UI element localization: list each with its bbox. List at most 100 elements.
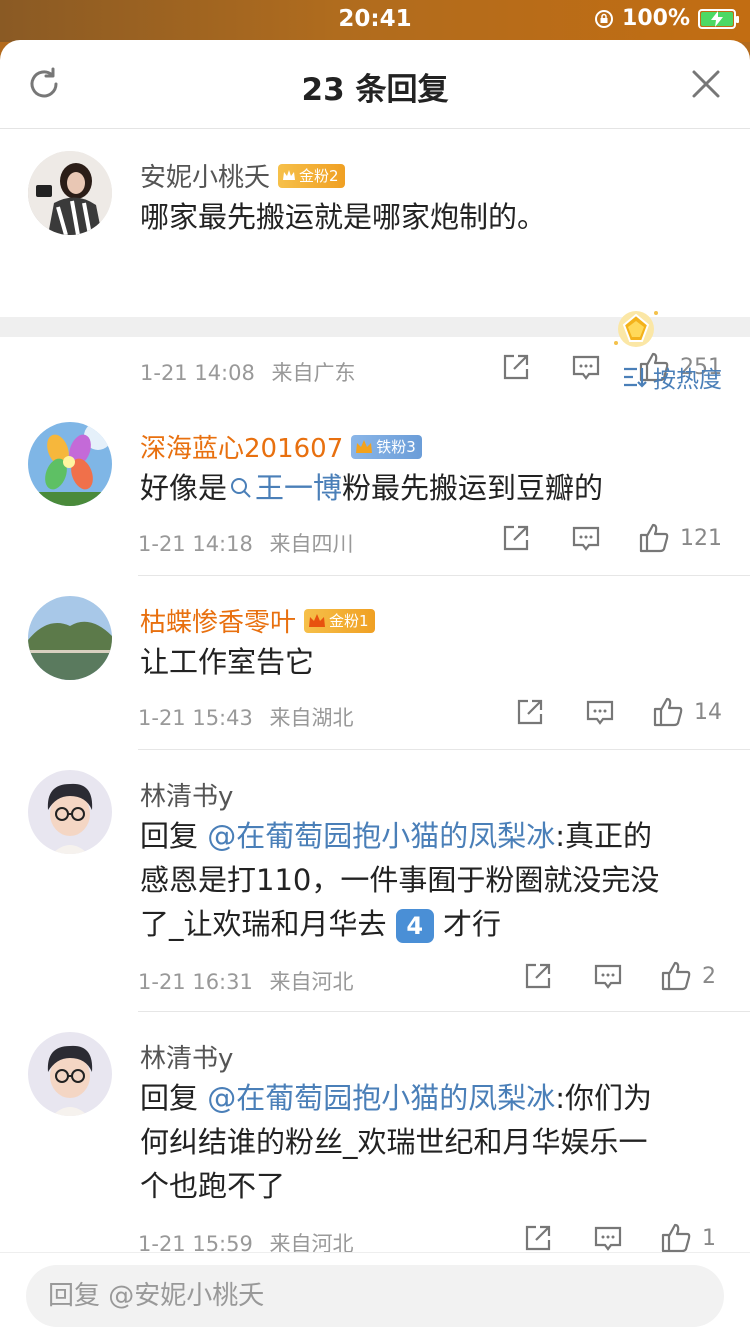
reply-actions: 14 <box>512 696 722 728</box>
author-name[interactable]: 林清书y <box>140 776 233 813</box>
comment-button[interactable] <box>568 523 604 553</box>
comment-icon <box>594 964 622 989</box>
fan-badge[interactable]: 金粉2 <box>278 163 345 188</box>
reply-actions: 1 <box>520 1222 722 1254</box>
thumbs-up-icon <box>639 523 669 553</box>
reply-location: 来自四川 <box>269 532 354 556</box>
reply-author[interactable]: 枯蝶惨香零叶 金粉1 <box>140 602 375 639</box>
share-button[interactable] <box>512 697 548 727</box>
comment-text: 哪家最先搬运就是哪家炮制的。 <box>140 200 547 234</box>
reply-line-1: 回复 @在葡萄园抱小猫的凤梨冰:你们为 <box>140 1076 730 1120</box>
reply-meta: 1-21 14:18 来自四川 <box>138 528 354 558</box>
sort-label: 按热度 <box>653 367 722 393</box>
fan-badge[interactable]: 铁粉3 <box>351 434 422 459</box>
close-icon[interactable] <box>690 68 722 100</box>
replies-sheet: 23 条回复 安妮小桃夭 金粉2 哪家最先搬运就是哪家炮制的。 1-21 14:… <box>0 40 750 1334</box>
sort-by-hot-button[interactable]: 按热度 <box>623 360 722 394</box>
reply-line-3: 个也跑不了 <box>140 1169 286 1203</box>
mention-link[interactable]: @在葡萄园抱小猫的凤梨冰 <box>207 819 555 853</box>
share-icon <box>525 963 551 989</box>
comment-icon <box>572 526 600 551</box>
status-right: 100% <box>594 6 739 31</box>
share-icon <box>517 699 543 725</box>
avatar-image <box>28 151 112 235</box>
avatar[interactable] <box>28 596 112 680</box>
avatar-image <box>28 596 112 680</box>
share-button[interactable] <box>498 352 534 382</box>
author-name[interactable]: 枯蝶惨香零叶 <box>140 602 296 639</box>
author-name[interactable]: 深海蓝心201607 <box>140 428 343 465</box>
rotation-lock-icon <box>595 9 614 28</box>
reply-actions: 2 <box>520 960 722 992</box>
status-bar: 20:41 100% <box>0 0 750 42</box>
reply-item: 深海蓝心201607 铁粉3 好像是 王一博粉最先搬运到豆瓣的 1-21 14:1… <box>0 412 750 576</box>
reply-line-1-post: :你们为 <box>555 1081 653 1115</box>
reply-location: 来自湖北 <box>269 706 354 730</box>
share-icon <box>503 525 529 551</box>
avatar[interactable] <box>28 1032 112 1116</box>
reply-author[interactable]: 林清书y <box>140 1038 233 1075</box>
comment-icon <box>572 355 600 380</box>
reply-text: 回复 @在葡萄园抱小猫的凤梨冰:你们为 何纠结谁的粉丝_欢瑞世纪和月华娱乐一 个… <box>140 1076 730 1208</box>
reply-item: 枯蝶惨香零叶 金粉1 让工作室告它 1-21 15:43 来自湖北 14 <box>0 576 750 750</box>
reply-text: 让工作室告它 <box>140 645 315 679</box>
reply-location: 来自河北 <box>269 970 354 994</box>
reply-item: 林清书y 回复 @在葡萄园抱小猫的凤梨冰:你们为 何纠结谁的粉丝_欢瑞世纪和月华… <box>0 1012 750 1256</box>
reply-line-2: 感恩是打110，一件事囿于粉圈就没完没 <box>140 863 660 897</box>
comment-button[interactable] <box>590 1223 626 1253</box>
reply-text: 回复 @在葡萄园抱小猫的凤梨冰:真正的 感恩是打110，一件事囿于粉圈就没完没 … <box>140 814 730 946</box>
battery-icon <box>698 8 739 29</box>
crown-icon <box>283 169 296 180</box>
reply-time: 1-21 14:18 <box>138 532 253 556</box>
fan-badge[interactable]: 金粉1 <box>304 608 375 633</box>
mention-link[interactable]: @在葡萄园抱小猫的凤梨冰 <box>207 1081 555 1115</box>
sort-icon <box>624 367 647 388</box>
comment-icon <box>594 1226 622 1251</box>
comment-author[interactable]: 安妮小桃夭 金粉2 <box>140 157 345 194</box>
author-name[interactable]: 安妮小桃夭 <box>140 157 270 194</box>
author-name[interactable]: 林清书y <box>140 1038 233 1075</box>
reply-text-pre: 好像是 <box>140 471 228 505</box>
like-button[interactable]: 1 <box>660 1222 722 1254</box>
reply-time: 1-21 16:31 <box>138 970 253 994</box>
reply-author[interactable]: 林清书y <box>140 776 233 813</box>
share-button[interactable] <box>498 523 534 553</box>
like-button[interactable]: 14 <box>652 696 722 728</box>
avatar[interactable] <box>28 422 112 506</box>
keycap-four-emoji: 4 <box>395 909 434 943</box>
gold-badge-sparkle-icon <box>614 311 658 347</box>
like-count: 14 <box>694 699 722 725</box>
avatar-image <box>28 770 112 854</box>
comment-location: 来自广东 <box>271 361 356 385</box>
reply-line-2: 何纠结谁的粉丝_欢瑞世纪和月华娱乐一 <box>140 1125 648 1159</box>
search-icon <box>231 478 251 498</box>
avatar-image <box>28 1032 112 1116</box>
reply-text: 好像是 王一博粉最先搬运到豆瓣的 <box>140 466 603 510</box>
comment-button[interactable] <box>590 961 626 991</box>
reply-meta: 1-21 16:31 来自河北 <box>138 966 354 996</box>
battery-percent: 100% <box>622 6 690 31</box>
search-keyword-link[interactable]: 王一博 <box>255 471 342 505</box>
like-button[interactable]: 121 <box>638 522 722 554</box>
avatar[interactable] <box>28 151 112 235</box>
comment-button[interactable] <box>568 352 604 382</box>
badge-label: 铁粉3 <box>376 438 416 456</box>
share-button[interactable] <box>520 1223 556 1253</box>
page-title: 23 条回复 <box>301 72 449 108</box>
reply-actions: 121 <box>498 522 722 554</box>
share-button[interactable] <box>520 961 556 991</box>
reply-composer: 回复 @安妮小桃夭 <box>0 1252 750 1334</box>
avatar-image <box>28 422 112 506</box>
like-count: 1 <box>702 1225 716 1251</box>
reply-line-3-pre: 了_让欢瑞和月华去 <box>140 907 387 941</box>
reply-prefix: 回复 <box>140 819 208 853</box>
avatar[interactable] <box>28 770 112 854</box>
original-comment: 安妮小桃夭 金粉2 哪家最先搬运就是哪家炮制的。 1-21 14:08 来自广东 <box>0 129 750 385</box>
reply-input[interactable]: 回复 @安妮小桃夭 <box>26 1265 724 1327</box>
comment-time: 1-21 14:08 <box>140 361 255 385</box>
comment-button[interactable] <box>582 697 618 727</box>
reply-author[interactable]: 深海蓝心201607 铁粉3 <box>140 428 422 465</box>
like-count: 2 <box>702 963 716 989</box>
like-button[interactable]: 2 <box>660 960 722 992</box>
reply-prefix: 回复 <box>140 1081 208 1115</box>
